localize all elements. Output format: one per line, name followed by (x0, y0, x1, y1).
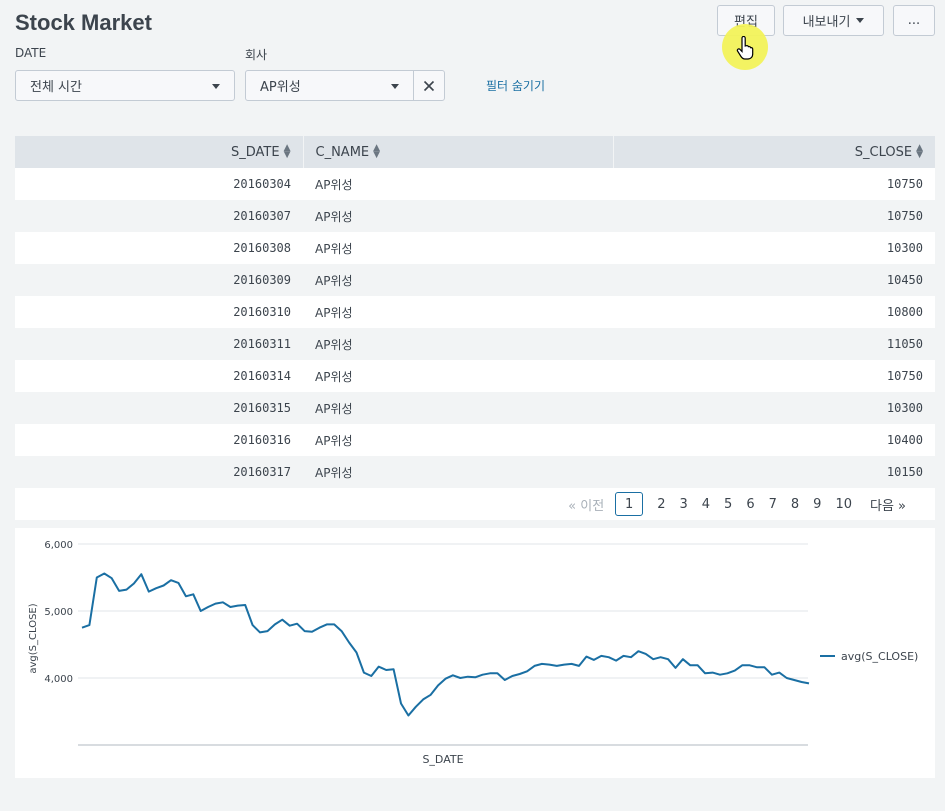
pagination-page-1[interactable]: 1 (615, 492, 644, 516)
cell-c-name: AP위성 (303, 296, 613, 328)
table-row: 20160307 AP위성 10750 (15, 200, 935, 232)
legend-label: avg(S_CLOSE) (841, 650, 918, 663)
column-header-c-name[interactable]: C_NAME ▲ ▼ (303, 136, 614, 168)
date-filter-dropdown[interactable]: 전체 시간 (15, 70, 235, 101)
cell-s-close: 11050 (613, 328, 935, 360)
pagination-page-6[interactable]: 6 (739, 497, 761, 512)
chevron-down-icon (391, 84, 399, 89)
close-icon (423, 80, 435, 91)
y-tick-label: 6,000 (44, 540, 73, 551)
cell-s-date: 20160304 (15, 168, 303, 200)
cell-s-date: 20160308 (15, 232, 303, 264)
line-chart: 6,000 5,000 4,000 S_DATE avg(S_CLOSE) avg(S_C… (28, 540, 918, 766)
pagination: « 이전 1 2 3 4 5 6 7 8 9 10 다음 » (15, 488, 935, 520)
cell-s-close: 10300 (613, 392, 935, 424)
pagination-page-2[interactable]: 2 (650, 497, 672, 512)
cell-c-name: AP위성 (303, 232, 613, 264)
pagination-page-10[interactable]: 10 (828, 497, 859, 512)
cell-s-close: 10750 (613, 360, 935, 392)
company-filter-dropdown[interactable]: AP위성 (245, 70, 414, 101)
cell-s-date: 20160315 (15, 392, 303, 424)
cell-c-name: AP위성 (303, 456, 613, 488)
cell-s-date: 20160309 (15, 264, 303, 296)
pagination-prev[interactable]: « 이전 (561, 495, 611, 514)
cell-c-name: AP위성 (303, 424, 613, 456)
cell-c-name: AP위성 (303, 168, 613, 200)
cell-c-name: AP위성 (303, 360, 613, 392)
table-row: 20160316 AP위성 10400 (15, 424, 935, 456)
y-tick-label: 5,000 (44, 607, 73, 618)
chevron-down-icon (856, 18, 865, 23)
table-row: 20160308 AP위성 10300 (15, 232, 935, 264)
pagination-next[interactable]: 다음 » (863, 495, 913, 514)
table-row: 20160304 AP위성 10750 (15, 168, 935, 200)
export-button[interactable]: 내보내기 (783, 5, 884, 36)
pagination-page-3[interactable]: 3 (672, 497, 694, 512)
sort-icon: ▲ ▼ (373, 143, 381, 160)
table-row: 20160317 AP위성 10150 (15, 456, 935, 488)
series-line (81, 572, 810, 717)
cell-s-date: 20160307 (15, 200, 303, 232)
pagination-page-8[interactable]: 8 (784, 497, 806, 512)
more-actions-label: ... (907, 13, 921, 28)
cell-s-date: 20160316 (15, 424, 303, 456)
date-filter-value: 전체 시간 (30, 80, 82, 95)
cell-c-name: AP위성 (303, 200, 613, 232)
hand-cursor-icon (736, 36, 754, 60)
sort-icon: ▲ ▼ (283, 143, 291, 160)
table-row: 20160310 AP위성 10800 (15, 296, 935, 328)
more-actions-button[interactable]: ... (893, 5, 935, 36)
y-tick-label: 4,000 (44, 674, 73, 685)
y-axis-label: avg(S_CLOSE) (28, 603, 39, 673)
cell-s-close: 10750 (613, 168, 935, 200)
table-row: 20160315 AP위성 10300 (15, 392, 935, 424)
pagination-page-5[interactable]: 5 (717, 497, 739, 512)
date-filter-label: DATE (15, 46, 47, 60)
cell-s-close: 10300 (613, 232, 935, 264)
cell-s-date: 20160317 (15, 456, 303, 488)
export-button-label: 내보내기 (802, 15, 851, 30)
column-header-s-date[interactable]: S_DATE ▲ ▼ (15, 136, 304, 168)
cell-s-date: 20160314 (15, 360, 303, 392)
hide-filters-link[interactable]: 필터 숨기기 (486, 77, 545, 94)
chevron-down-icon (212, 84, 220, 89)
sort-icon: ▲ ▼ (916, 143, 923, 160)
pagination-page-9[interactable]: 9 (806, 497, 828, 512)
cell-s-close: 10400 (613, 424, 935, 456)
clear-company-filter-button[interactable] (413, 70, 445, 101)
cell-c-name: AP위성 (303, 328, 613, 360)
table-row: 20160311 AP위성 11050 (15, 328, 935, 360)
column-header-s-close[interactable]: S_CLOSE ▲ ▼ (613, 136, 935, 168)
cell-s-date: 20160310 (15, 296, 303, 328)
pagination-page-4[interactable]: 4 (695, 497, 717, 512)
pagination-page-7[interactable]: 7 (762, 497, 784, 512)
cell-c-name: AP위성 (303, 264, 613, 296)
cell-s-close: 10450 (613, 264, 935, 296)
cell-s-close: 10750 (613, 200, 935, 232)
table-row: 20160314 AP위성 10750 (15, 360, 935, 392)
x-axis-label: S_DATE (422, 753, 463, 766)
cell-s-close: 10150 (613, 456, 935, 488)
line-chart-panel: 6,000 5,000 4,000 S_DATE avg(S_CLOSE) avg(S_C… (15, 528, 935, 778)
cell-s-close: 10800 (613, 296, 935, 328)
table-row: 20160309 AP위성 10450 (15, 264, 935, 296)
cell-s-date: 20160311 (15, 328, 303, 360)
cell-c-name: AP위성 (303, 392, 613, 424)
page-title: Stock Market (15, 10, 152, 35)
company-filter-label: 회사 (245, 48, 268, 62)
company-filter-value: AP위성 (260, 80, 301, 95)
results-table: S_DATE ▲ ▼ C_NAME ▲ ▼ S_CLOSE ▲ ▼ 20160304 AP위성… (15, 136, 935, 488)
